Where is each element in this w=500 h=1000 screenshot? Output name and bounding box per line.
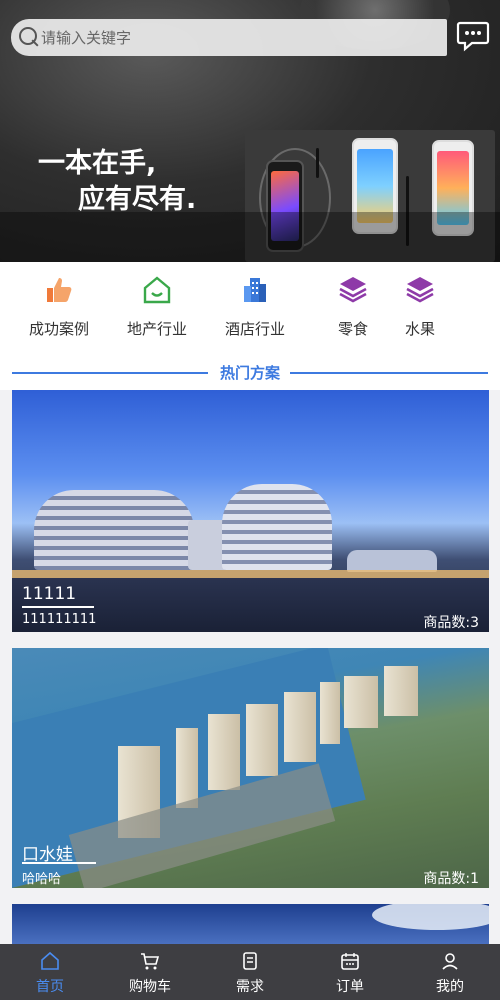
search-icon (11, 19, 41, 56)
category-success-cases[interactable]: 成功案例 (10, 262, 108, 350)
solution-card[interactable] (12, 904, 489, 944)
category-snacks[interactable]: 零食 (304, 262, 402, 350)
tab-home[interactable]: 首页 (0, 944, 100, 1000)
app-screen: 一本在手, 应有尽有. 成功案例 地产行业 (0, 0, 500, 1000)
hot-solutions-header: 热门方案 (0, 350, 500, 390)
tab-orders[interactable]: 订单 (300, 944, 400, 1000)
category-fruit[interactable]: 水果 (390, 262, 450, 350)
solution-card[interactable]: 口水娃 哈哈哈 商品数:1 (12, 648, 489, 888)
category-grid: 成功案例 地产行业 酒店行业 零食 水果 (0, 262, 500, 350)
search-bar[interactable] (11, 19, 447, 56)
card-subtitle: 111111111 (22, 612, 97, 627)
divider (290, 372, 488, 374)
item-count: 商品数:1 (423, 871, 479, 887)
banner-slogan: 一本在手, 应有尽有. (38, 148, 197, 215)
document-icon (243, 952, 257, 970)
solution-card[interactable]: 11111 111111111 商品数:3 (12, 390, 489, 632)
home-icon (41, 951, 59, 970)
card-subtitle: 哈哈哈 (22, 872, 62, 887)
category-real-estate[interactable]: 地产行业 (108, 262, 206, 350)
building-image (34, 490, 194, 570)
message-icon[interactable] (455, 17, 491, 53)
building-icon (244, 278, 266, 302)
tab-cart[interactable]: 购物车 (100, 944, 200, 1000)
thumbs-up-icon (47, 278, 72, 302)
tab-demand[interactable]: 需求 (200, 944, 300, 1000)
category-hotel[interactable]: 酒店行业 (206, 262, 304, 350)
user-icon (442, 953, 458, 970)
bottom-tab-bar: 首页 购物车 需求 订单 我的 (0, 944, 500, 1000)
house-icon (143, 276, 171, 304)
card-title: 11111 (22, 584, 77, 604)
search-input[interactable] (41, 28, 421, 47)
cart-icon (141, 953, 160, 970)
layers-icon (339, 277, 367, 303)
item-count: 商品数:3 (423, 615, 479, 631)
layers-icon (406, 277, 434, 303)
tab-profile[interactable]: 我的 (400, 944, 500, 1000)
calendar-icon (341, 953, 359, 970)
